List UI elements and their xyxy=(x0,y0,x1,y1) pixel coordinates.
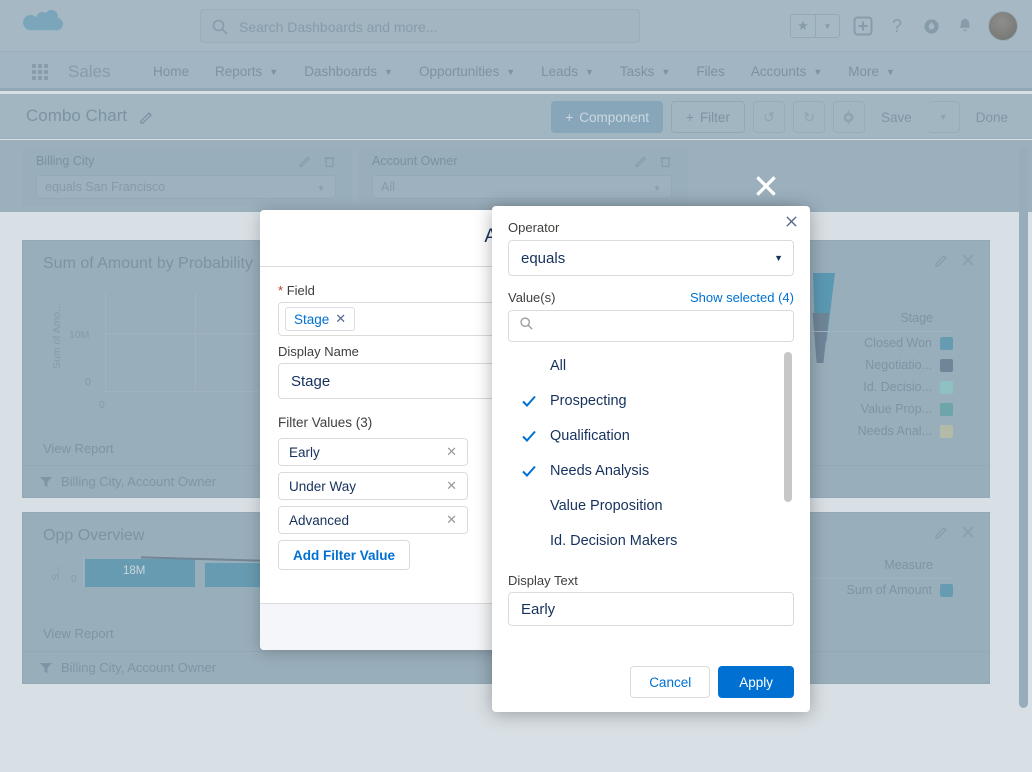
close-icon[interactable] xyxy=(785,215,798,231)
field-label: Field xyxy=(287,283,315,298)
filter-value-text: Early xyxy=(289,445,320,460)
option-needs-analysis[interactable]: Needs Analysis xyxy=(508,453,794,488)
display-text-field[interactable]: Early xyxy=(508,592,794,626)
check-icon xyxy=(508,393,550,409)
values-header-row: Value(s) Show selected (4) xyxy=(508,290,794,305)
values-label: Value(s) xyxy=(508,290,555,305)
check-icon xyxy=(508,463,550,479)
add-filter-value-button[interactable]: Add Filter Value xyxy=(278,540,410,570)
operator-label: Operator xyxy=(508,220,794,235)
display-text-label: Display Text xyxy=(508,573,794,588)
cancel-button[interactable]: Cancel xyxy=(630,666,710,698)
operator-select[interactable]: equals ▼ xyxy=(508,240,794,276)
search-icon xyxy=(519,316,534,336)
filter-value-row-advanced[interactable]: Advanced ✕ xyxy=(278,506,468,534)
option-label: All xyxy=(550,358,794,374)
option-label: Needs Analysis xyxy=(550,463,794,479)
option-qualification[interactable]: Qualification xyxy=(508,418,794,453)
option-label: Id. Decision Makers xyxy=(550,533,794,549)
option-all[interactable]: All xyxy=(508,348,794,383)
option-label: Qualification xyxy=(550,428,794,444)
chevron-down-icon: ▼ xyxy=(774,253,783,263)
option-list-scrollbar[interactable] xyxy=(784,352,792,502)
filter-value-text: Advanced xyxy=(289,513,349,528)
filter-value-row-early[interactable]: Early ✕ xyxy=(278,438,468,466)
display-name-value: Stage xyxy=(291,373,330,390)
value-search-input[interactable] xyxy=(508,310,794,342)
value-option-list[interactable]: All Prospecting Qualification Needs Anal… xyxy=(508,348,794,563)
option-perception-analysis[interactable]: Perception Analysis xyxy=(508,558,794,563)
filter-value-text: Under Way xyxy=(289,479,356,494)
check-icon xyxy=(508,428,550,444)
option-label: Prospecting xyxy=(550,393,794,409)
close-icon[interactable]: ✕ xyxy=(446,512,457,528)
close-icon[interactable]: ✕ xyxy=(446,478,457,494)
field-pill-label: Stage xyxy=(294,312,329,327)
option-id-decision-makers[interactable]: Id. Decision Makers xyxy=(508,523,794,558)
filter-value-row-under-way[interactable]: Under Way ✕ xyxy=(278,472,468,500)
popover-actions: Cancel Apply xyxy=(630,666,794,698)
close-icon[interactable]: ✕ xyxy=(335,311,346,327)
option-value-proposition[interactable]: Value Proposition xyxy=(508,488,794,523)
display-text-value: Early xyxy=(521,601,555,618)
option-label: Value Proposition xyxy=(550,498,794,514)
close-icon[interactable]: ✕ xyxy=(446,444,457,460)
overlay-close-icon[interactable] xyxy=(752,172,780,200)
operator-value: equals xyxy=(521,250,565,267)
required-marker: * xyxy=(278,283,283,298)
option-prospecting[interactable]: Prospecting xyxy=(508,383,794,418)
apply-button[interactable]: Apply xyxy=(718,666,794,698)
filter-value-popover: Operator equals ▼ Value(s) Show selected… xyxy=(492,206,810,712)
field-pill-stage[interactable]: Stage ✕ xyxy=(285,307,355,331)
show-selected-link[interactable]: Show selected (4) xyxy=(690,290,794,305)
